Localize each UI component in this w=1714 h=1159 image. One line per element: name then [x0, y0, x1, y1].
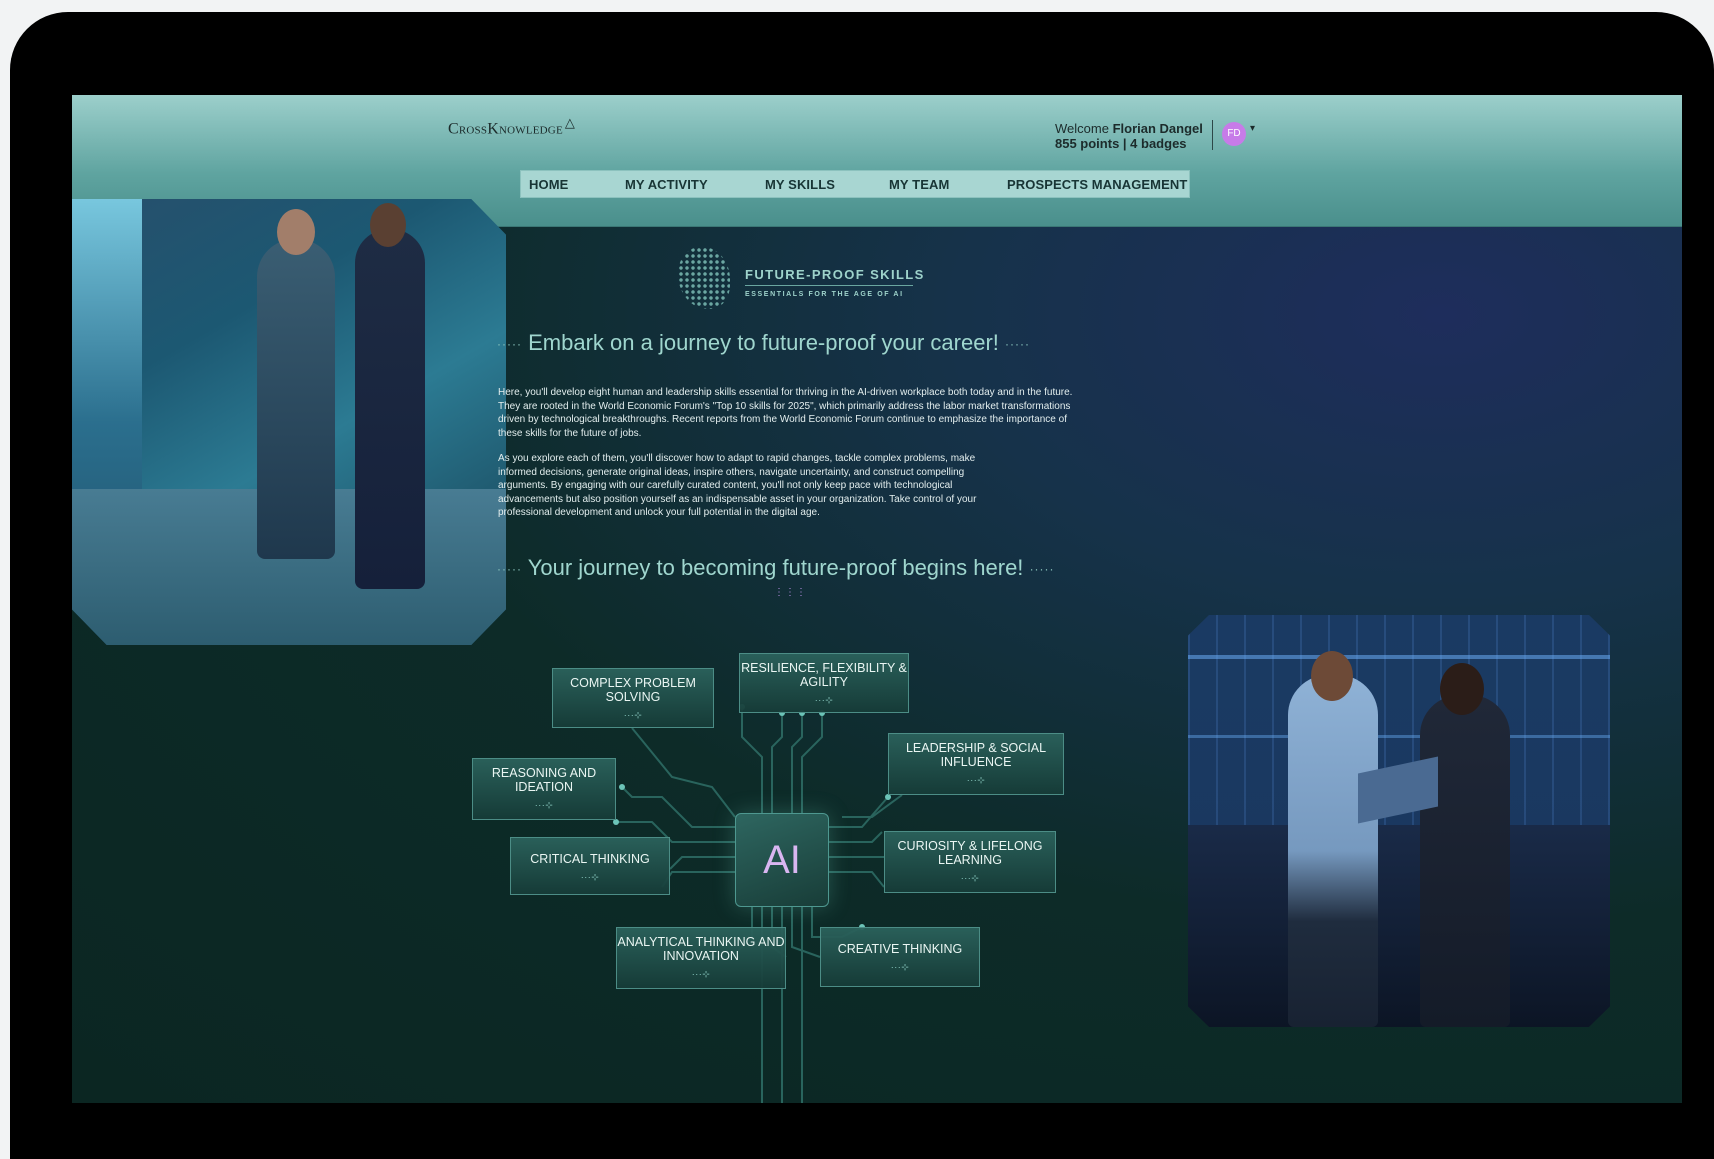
nav-item-my-skills[interactable]: MY SKILLS [757, 177, 881, 192]
intro-paragraph-1: Here, you'll develop eight human and lea… [498, 387, 1073, 439]
points-count: 855 points [1055, 136, 1120, 151]
photo-control-room-team [1188, 615, 1610, 1027]
main-nav: HOME MY ACTIVITY MY SKILLS MY TEAM PROSP… [520, 170, 1190, 198]
header-divider [1212, 120, 1213, 150]
future-proof-skills-banner: FUTURE-PROOF SKILLS ESSENTIALS FOR THE A… [678, 243, 938, 313]
skill-label: RESILIENCE, FLEXIBILITY & AGILITY [741, 661, 907, 689]
skill-label: CREATIVE THINKING [837, 942, 963, 956]
crossknowledge-logo[interactable]: CrossKnowledge △ [448, 115, 575, 138]
welcome-block: Welcome Florian Dangel 855 points | 4 ba… [1055, 121, 1203, 151]
dots-right: ····· [1005, 337, 1031, 352]
logo-text: CrossKnowledge [448, 120, 563, 138]
skill-card-leadership-social-influence[interactable]: LEADERSHIP & SOCIAL INFLUENCE ···⊹ [888, 733, 1064, 795]
banner-title: FUTURE-PROOF SKILLS [745, 267, 925, 282]
skill-card-complex-problem-solving[interactable]: COMPLEX PROBLEM SOLVING ···⊹ [552, 668, 714, 728]
skill-card-analytical-thinking-innovation[interactable]: ANALYTICAL THINKING AND INNOVATION ···⊹ [616, 927, 786, 989]
skill-card-reasoning-and-ideation[interactable]: REASONING AND IDEATION ···⊹ [472, 758, 616, 820]
nav-item-my-team[interactable]: MY TEAM [881, 177, 999, 192]
nav-item-my-activity[interactable]: MY ACTIVITY [617, 177, 757, 192]
device-frame: CrossKnowledge △ Welcome Florian Dangel 8… [10, 12, 1714, 1159]
skill-label: COMPLEX PROBLEM SOLVING [570, 676, 696, 704]
avatar[interactable]: FD [1222, 122, 1246, 146]
skill-label: REASONING AND IDEATION [491, 766, 597, 794]
dotted-arrow-icon: ···⊹ [580, 872, 600, 882]
ai-chip: AI [735, 813, 829, 907]
welcome-prefix: Welcome [1055, 121, 1109, 136]
nav-item-prospects-management[interactable]: PROSPECTS MANAGEMENT [999, 177, 1189, 192]
skill-label: ANALYTICAL THINKING AND INNOVATION [617, 935, 785, 963]
hero-photo-office-team [72, 199, 506, 645]
intro-heading-text: Embark on a journey to future-proof your… [528, 330, 999, 355]
skill-label: CRITICAL THINKING [530, 852, 650, 866]
dotted-arrow-icon: ···⊹ [691, 969, 711, 979]
dotted-arrow-icon: ···⊹ [534, 800, 554, 810]
chevron-down-icon[interactable]: ▾ [1250, 123, 1255, 134]
ai-skills-diagram: AI COMPLEX PROBLEM SOLVING ···⊹ RESILIEN… [472, 637, 1092, 1103]
dotted-head-icon [678, 247, 730, 309]
triangle-outline-icon: △ [564, 115, 576, 130]
skill-card-creative-thinking[interactable]: CREATIVE THINKING ···⊹ [820, 927, 980, 987]
intro-paragraph-2: As you explore each of them, you'll disc… [498, 453, 977, 518]
dotted-arrow-icon: ···⊹ [960, 873, 980, 883]
app-screen: CrossKnowledge △ Welcome Florian Dangel 8… [72, 95, 1682, 1103]
dotted-down-arrow-icon: ⋮⋮⋮ [774, 587, 807, 598]
skill-card-critical-thinking[interactable]: CRITICAL THINKING ···⊹ [510, 837, 670, 895]
skill-card-resilience-flexibility-agility[interactable]: RESILIENCE, FLEXIBILITY & AGILITY ···⊹ [739, 653, 909, 713]
user-name: Florian Dangel [1112, 121, 1203, 136]
intro-heading: ····· Embark on a journey to future-proo… [497, 330, 1030, 356]
skill-card-curiosity-lifelong-learning[interactable]: CURIOSITY & LIFELONG LEARNING ···⊹ [884, 831, 1056, 893]
journey-heading: ····· Your journey to becoming future-pr… [497, 555, 1055, 581]
journey-heading-text: Your journey to becoming future-proof be… [527, 555, 1024, 580]
main-content: FUTURE-PROOF SKILLS ESSENTIALS FOR THE A… [72, 199, 1682, 1103]
dots-right: ····· [1029, 562, 1055, 577]
nav-item-home[interactable]: HOME [521, 177, 617, 192]
dotted-arrow-icon: ···⊹ [890, 962, 910, 972]
dots-left: ····· [497, 337, 522, 352]
badges-count: 4 badges [1130, 136, 1187, 151]
banner-subtitle: ESSENTIALS FOR THE AGE OF AI [745, 291, 904, 298]
dotted-arrow-icon: ···⊹ [623, 710, 643, 720]
dotted-arrow-icon: ···⊹ [814, 695, 834, 705]
dots-left: ····· [497, 562, 522, 577]
skill-label: CURIOSITY & LIFELONG LEARNING [897, 839, 1043, 867]
skill-label: LEADERSHIP & SOCIAL INFLUENCE [905, 741, 1047, 769]
dotted-arrow-icon: ···⊹ [966, 775, 986, 785]
stats-separator: | [1119, 136, 1131, 151]
